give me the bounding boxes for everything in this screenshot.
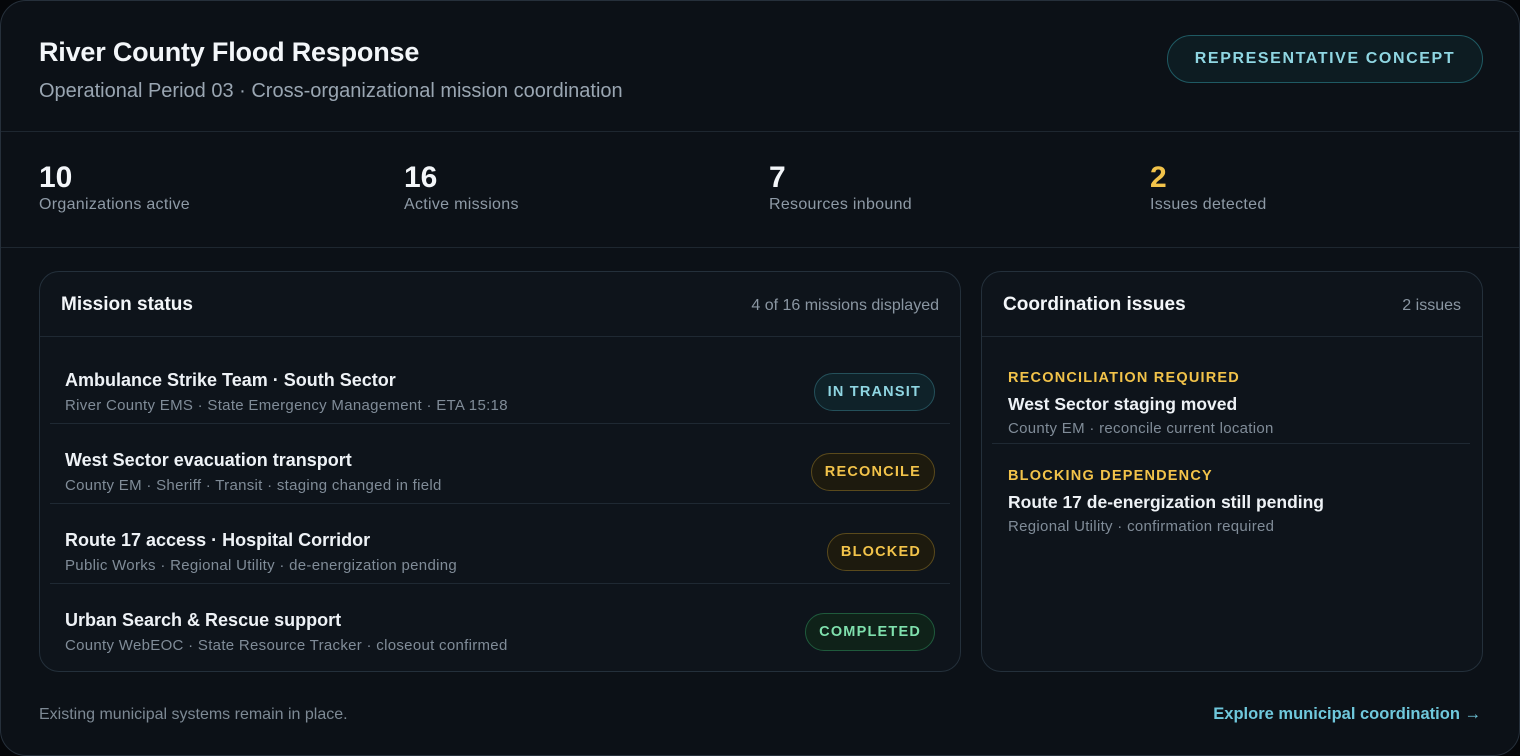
- issue-item[interactable]: RECONCILIATION REQUIRED West Sector stag…: [992, 346, 1470, 444]
- stat-organizations: 10 Organizations active: [39, 160, 190, 214]
- issue-tag: RECONCILIATION REQUIRED: [1008, 370, 1240, 386]
- stat-resources: 7 Resources inbound: [769, 160, 912, 214]
- status-badge: COMPLETED: [805, 613, 935, 651]
- mission-status-panel: Mission status 4 of 16 missions displaye…: [39, 271, 961, 672]
- stat-label: Active missions: [404, 196, 519, 213]
- status-badge: RECONCILE: [810, 453, 935, 491]
- panel-count: 2 issues: [1402, 297, 1461, 314]
- page-title: River County Flood Response: [39, 37, 420, 67]
- stat-label: Issues detected: [1150, 196, 1267, 213]
- issue-detail: Regional Utility · confirmation required: [1008, 518, 1275, 535]
- page-subtitle: Operational Period 03 · Cross-organizati…: [39, 80, 623, 102]
- mission-name: Ambulance Strike Team · South Sector: [65, 370, 396, 390]
- mission-detail: County EM · Sheriff · Transit · staging …: [65, 477, 442, 494]
- mission-row[interactable]: West Sector evacuation transport County …: [50, 424, 950, 504]
- mission-name: Route 17 access · Hospital Corridor: [65, 530, 371, 550]
- panel-title: Coordination issues: [1003, 294, 1186, 315]
- stats-bar: 10 Organizations active 16 Active missio…: [1, 132, 1519, 248]
- stat-value: 16: [404, 161, 438, 194]
- stat-issues: 2 Issues detected: [1150, 160, 1267, 214]
- stat-value: 10: [39, 161, 73, 194]
- explore-coordination-link[interactable]: Explore municipal coordination →: [1213, 705, 1481, 724]
- dashboard-card: River County Flood Response Operational …: [0, 0, 1520, 756]
- status-badge: BLOCKED: [826, 533, 935, 571]
- panel-count: 4 of 16 missions displayed: [751, 297, 939, 314]
- concept-badge: REPRESENTATIVE CONCEPT: [1167, 35, 1483, 83]
- mission-row[interactable]: Ambulance Strike Team · South Sector Riv…: [50, 344, 950, 424]
- mission-name: West Sector evacuation transport: [65, 450, 352, 470]
- mission-detail: River County EMS · State Emergency Manag…: [65, 397, 508, 414]
- stat-value: 2: [1150, 161, 1167, 194]
- issue-title: West Sector staging moved: [1008, 394, 1238, 414]
- issue-detail: County EM · reconcile current location: [1008, 420, 1274, 437]
- stat-missions: 16 Active missions: [404, 160, 519, 214]
- mission-name: Urban Search & Rescue support: [65, 610, 342, 630]
- status-badge: IN TRANSIT: [813, 373, 935, 411]
- footer-note: Existing municipal systems remain in pla…: [39, 706, 348, 723]
- panel-header: Coordination issues 2 issues: [982, 272, 1482, 337]
- stat-label: Organizations active: [39, 196, 190, 213]
- issue-tag: BLOCKING DEPENDENCY: [1008, 468, 1213, 484]
- coordination-issues-panel: Coordination issues 2 issues RECONCILIAT…: [981, 271, 1483, 672]
- header: River County Flood Response Operational …: [1, 1, 1519, 132]
- mission-row[interactable]: Urban Search & Rescue support County Web…: [50, 584, 950, 664]
- stat-value: 7: [769, 161, 786, 194]
- panel-header: Mission status 4 of 16 missions displaye…: [40, 272, 960, 337]
- mission-row[interactable]: Route 17 access · Hospital Corridor Publ…: [50, 504, 950, 584]
- panel-title: Mission status: [61, 294, 193, 315]
- issue-title: Route 17 de-energization still pending: [1008, 492, 1324, 512]
- mission-detail: County WebEOC · State Resource Tracker ·…: [65, 637, 508, 654]
- stat-label: Resources inbound: [769, 196, 912, 213]
- mission-detail: Public Works · Regional Utility · de-ene…: [65, 557, 458, 574]
- issue-item[interactable]: BLOCKING DEPENDENCY Route 17 de-energiza…: [992, 444, 1470, 542]
